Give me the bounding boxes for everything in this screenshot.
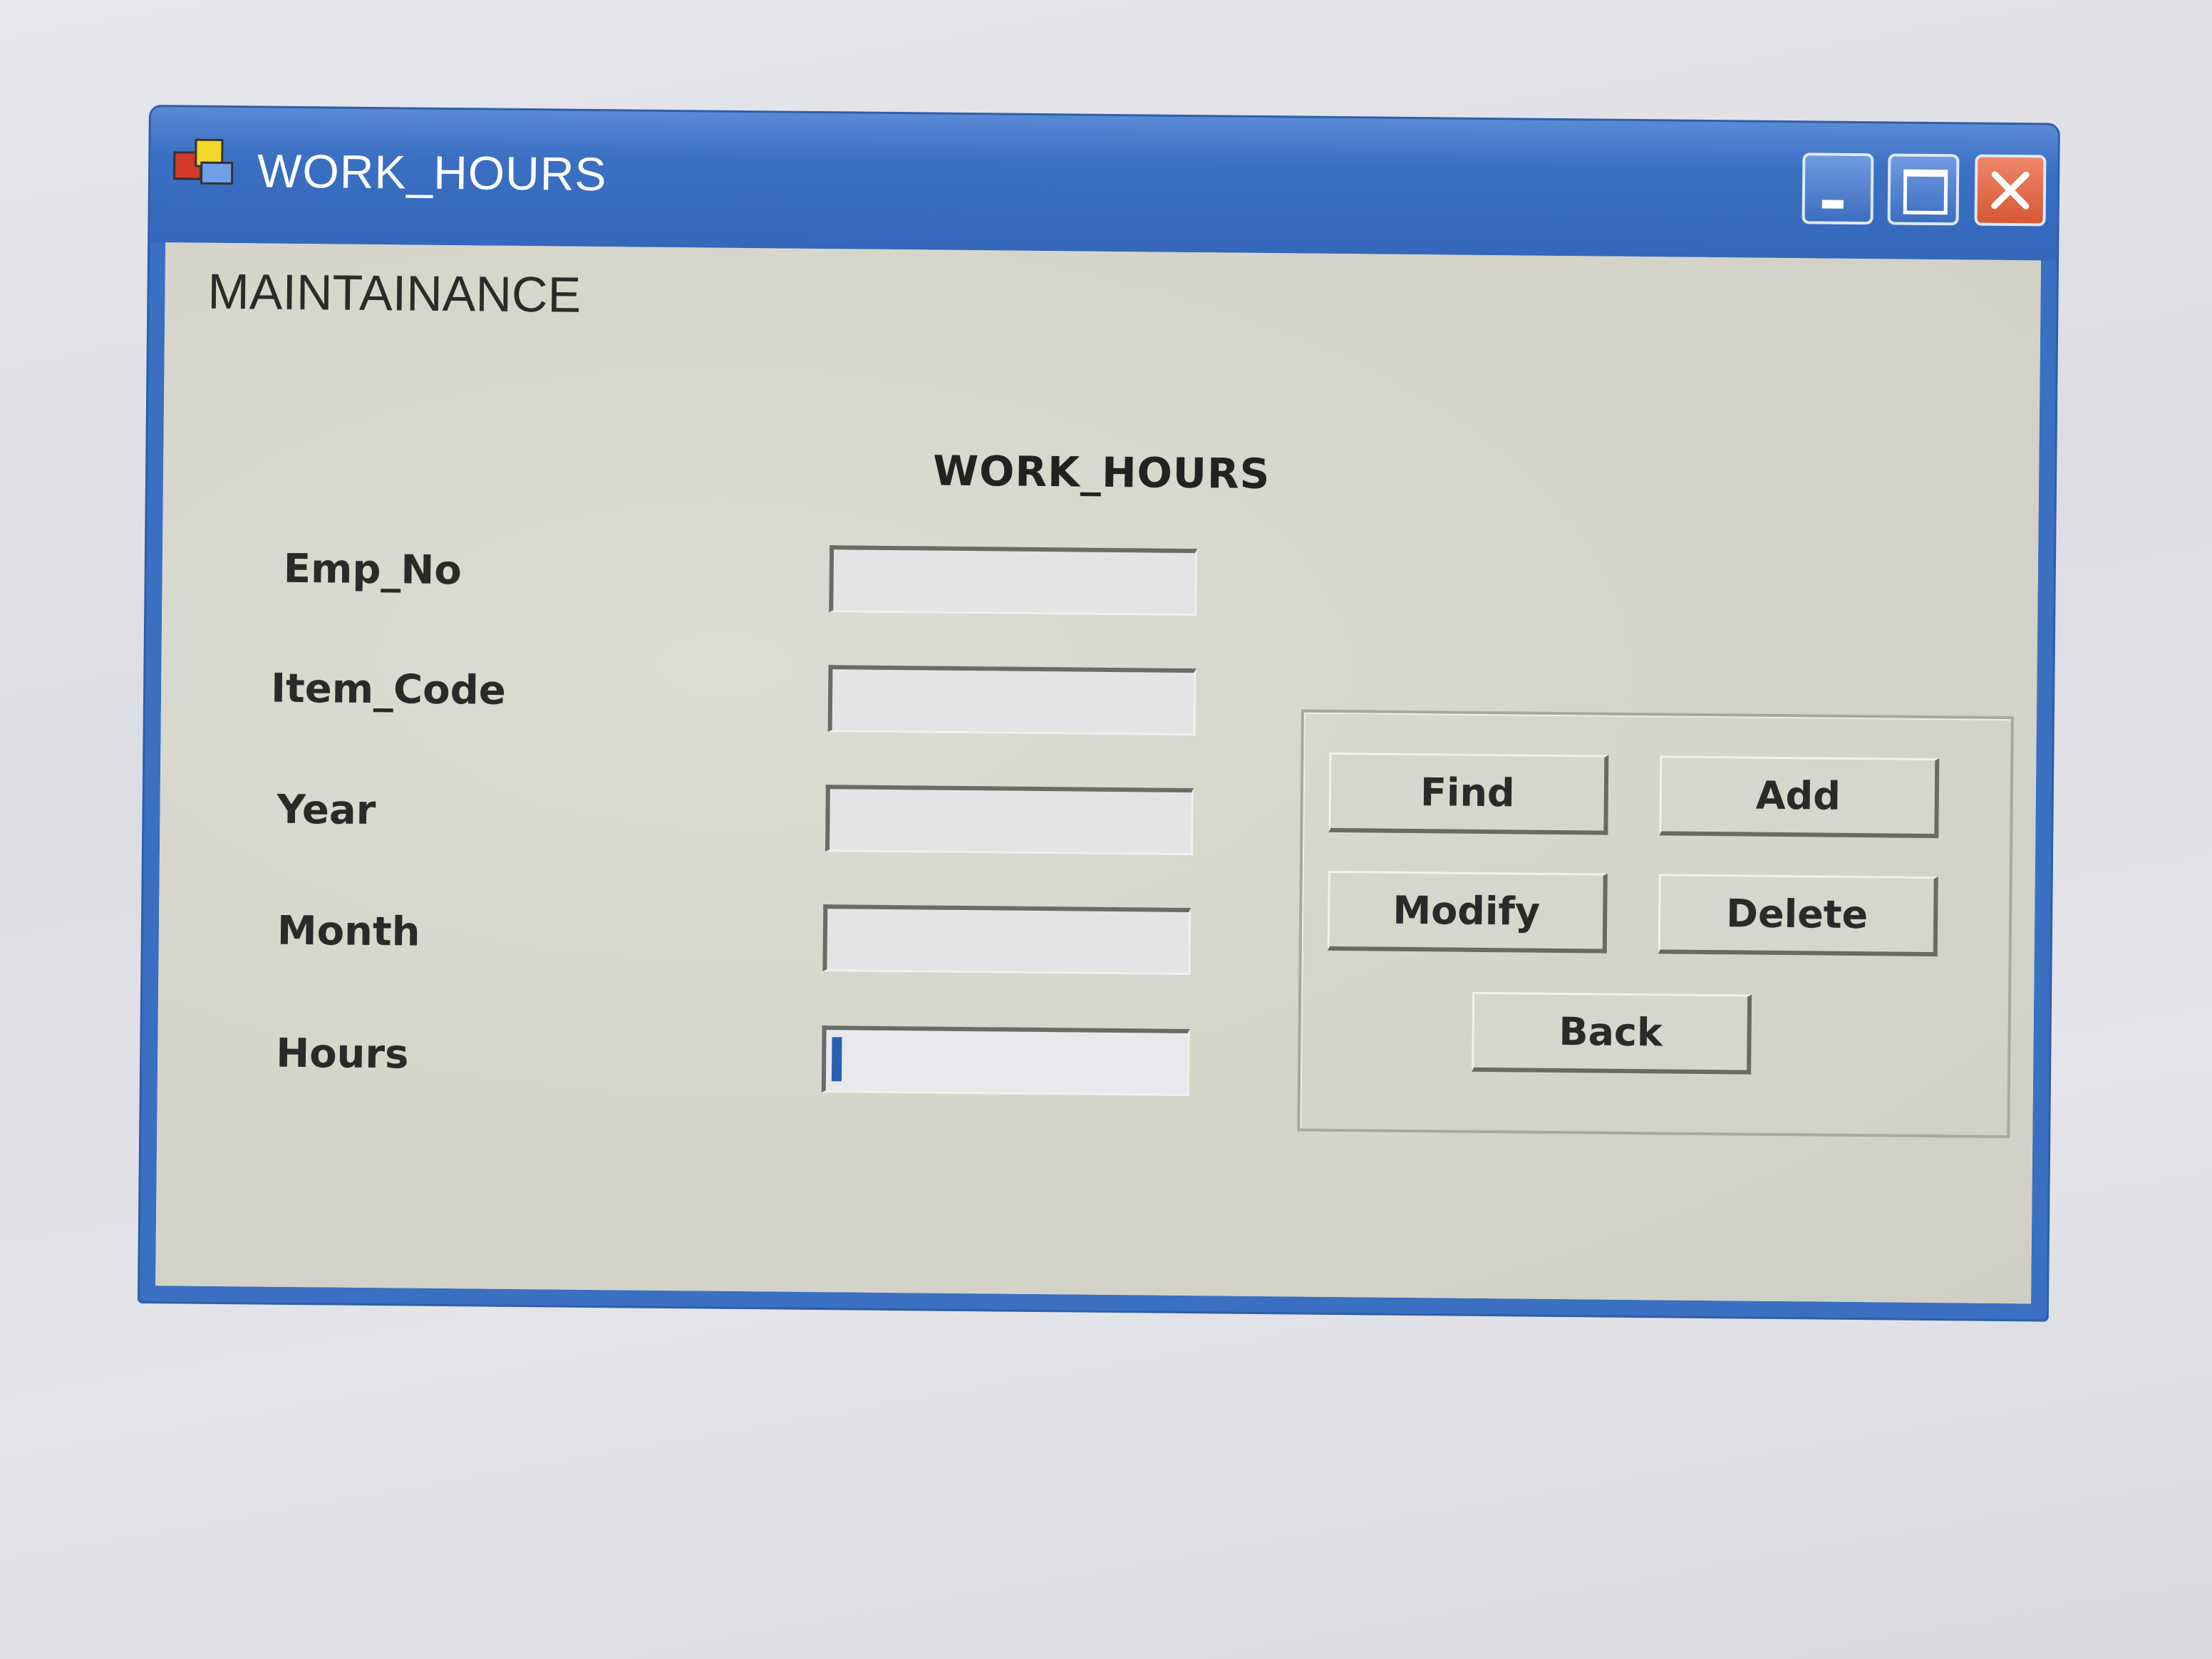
maximize-icon <box>1891 156 1957 222</box>
item-code-input[interactable] <box>827 665 1197 736</box>
find-button[interactable]: Find <box>1328 752 1609 835</box>
app-icon-blue-square <box>200 161 234 185</box>
emp-no-input[interactable] <box>829 545 1198 616</box>
work-hours-window: WORK_HOURS MAINTAINANCE WORK_HOURS Emp_N… <box>139 107 2058 1320</box>
minimize-button[interactable] <box>1802 153 1874 225</box>
client-area: MAINTAINANCE WORK_HOURS Emp_No Item_Code… <box>155 242 2042 1304</box>
form-title: WORK_HOURS <box>932 446 1271 499</box>
close-button[interactable] <box>1974 154 2047 227</box>
month-label: Month <box>276 907 420 956</box>
close-icon <box>1978 157 2044 224</box>
menu-item-maintainance[interactable]: MAINTAINANCE <box>207 263 581 324</box>
month-input[interactable] <box>822 904 1192 976</box>
back-button[interactable]: Back <box>1472 991 1752 1075</box>
window-title: WORK_HOURS <box>257 144 607 201</box>
maximize-button[interactable] <box>1887 153 1960 226</box>
delete-button[interactable]: Delete <box>1658 874 1938 957</box>
app-icon[interactable] <box>173 138 234 190</box>
hours-label: Hours <box>275 1030 409 1078</box>
add-button[interactable]: Add <box>1659 755 1940 839</box>
year-input[interactable] <box>825 785 1194 856</box>
text-caret <box>831 1037 842 1082</box>
title-bar[interactable]: WORK_HOURS <box>150 107 2058 261</box>
year-label: Year <box>276 786 376 834</box>
emp-no-label: Emp_No <box>283 545 462 594</box>
modify-button[interactable]: Modify <box>1327 870 1608 953</box>
minimize-icon <box>1805 155 1871 222</box>
actions-groupbox: Find Add Modify Delete Back <box>1297 709 2014 1139</box>
item-code-label: Item_Code <box>270 665 507 714</box>
hours-input[interactable] <box>821 1025 1190 1097</box>
